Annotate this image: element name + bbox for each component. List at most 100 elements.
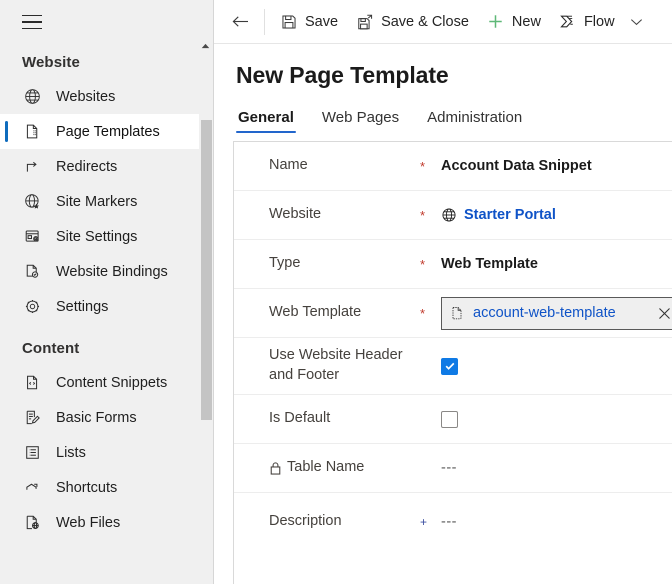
sidebar-item-label: Lists bbox=[56, 445, 86, 461]
required-marker: * bbox=[419, 209, 441, 222]
save-and-close-button[interactable]: Save & Close bbox=[347, 4, 478, 40]
field-label-type: Type bbox=[269, 254, 419, 274]
field-value-name[interactable]: Account Data Snippet bbox=[441, 158, 672, 174]
scroll-up-arrow-icon[interactable] bbox=[200, 40, 211, 51]
document-icon bbox=[450, 306, 465, 321]
plus-icon bbox=[487, 13, 505, 31]
tab-web-pages[interactable]: Web Pages bbox=[320, 109, 401, 133]
form-row-type: Type * Web Template bbox=[234, 240, 672, 289]
flow-button-label: Flow bbox=[584, 14, 615, 30]
web-template-lookup-input[interactable]: account-web-template bbox=[441, 297, 672, 330]
field-label-name: Name bbox=[269, 156, 419, 176]
sidebar-item-websites[interactable]: Websites bbox=[0, 79, 200, 114]
close-icon[interactable] bbox=[651, 300, 672, 326]
hamburger-icon[interactable] bbox=[22, 15, 42, 29]
form-row-name: Name * Account Data Snippet bbox=[234, 142, 672, 191]
flow-button[interactable]: Flow bbox=[550, 4, 624, 40]
sidebar-item-label: Redirects bbox=[56, 159, 117, 175]
redirect-arrow-icon bbox=[22, 157, 42, 177]
lookup-chip[interactable]: account-web-template bbox=[442, 298, 672, 329]
app-window: Website Websites bbox=[0, 0, 672, 584]
website-bindings-icon bbox=[22, 262, 42, 282]
field-value-website: Starter Portal bbox=[441, 207, 672, 223]
tab-general[interactable]: General bbox=[236, 109, 296, 133]
hamburger-row bbox=[0, 0, 200, 44]
code-document-icon bbox=[22, 373, 42, 393]
field-label-web-template: Web Template bbox=[269, 303, 419, 323]
sidebar-item-label: Web Files bbox=[56, 515, 120, 531]
field-value-description[interactable]: --- bbox=[441, 514, 672, 530]
field-label-table-name: Table Name bbox=[269, 458, 419, 478]
chevron-down-icon[interactable] bbox=[624, 4, 650, 40]
website-link[interactable]: Starter Portal bbox=[464, 207, 556, 223]
form-row-description: Description + --- bbox=[234, 493, 672, 550]
save-and-close-button-label: Save & Close bbox=[381, 14, 469, 30]
sidebar-content: Website Websites bbox=[0, 0, 200, 584]
form-row-website: Website * Starter Portal bbox=[234, 191, 672, 240]
sidebar-item-website-bindings[interactable]: Website Bindings bbox=[0, 254, 200, 289]
flow-icon bbox=[559, 13, 577, 31]
sidebar-item-lists[interactable]: Lists bbox=[0, 435, 200, 470]
field-label-is-default: Is Default bbox=[269, 409, 419, 429]
form-row-table-name: Table Name --- bbox=[234, 444, 672, 493]
sidebar-item-label: Basic Forms bbox=[56, 410, 137, 426]
sidebar-item-label: Websites bbox=[56, 89, 115, 105]
globe-star-icon bbox=[22, 192, 42, 212]
sidebar: Website Websites bbox=[0, 0, 214, 584]
save-button-label: Save bbox=[305, 14, 338, 30]
sidebar-item-content-snippets[interactable]: Content Snippets bbox=[0, 365, 200, 400]
field-value-is-default bbox=[441, 411, 672, 428]
sidebar-item-label: Page Templates bbox=[56, 124, 160, 140]
save-icon bbox=[280, 13, 298, 31]
save-and-close-icon bbox=[356, 13, 374, 31]
form-row-use-website-header-and-footer: Use Website Header and Footer bbox=[234, 338, 672, 395]
tab-list: General Web Pages Administration bbox=[214, 103, 672, 133]
sidebar-item-redirects[interactable]: Redirects bbox=[0, 149, 200, 184]
sidebar-item-site-markers[interactable]: Site Markers bbox=[0, 184, 200, 219]
globe-icon bbox=[22, 87, 42, 107]
sidebar-item-settings[interactable]: Settings bbox=[0, 289, 200, 324]
sidebar-group-title-website: Website bbox=[0, 44, 200, 79]
sidebar-item-basic-forms[interactable]: Basic Forms bbox=[0, 400, 200, 435]
command-bar-divider bbox=[264, 9, 265, 35]
site-settings-icon bbox=[22, 227, 42, 247]
sidebar-item-page-templates[interactable]: Page Templates bbox=[0, 114, 200, 149]
sidebar-item-site-settings[interactable]: Site Settings bbox=[0, 219, 200, 254]
sidebar-item-label: Site Settings bbox=[56, 229, 137, 245]
field-value-type[interactable]: Web Template bbox=[441, 256, 672, 272]
lock-icon bbox=[269, 461, 282, 475]
field-value-use-website-header-and-footer bbox=[441, 358, 672, 375]
new-button-label: New bbox=[512, 14, 541, 30]
new-button[interactable]: New bbox=[478, 4, 550, 40]
required-marker: * bbox=[419, 258, 441, 271]
sidebar-item-web-files[interactable]: Web Files bbox=[0, 505, 200, 540]
page-template-icon bbox=[22, 122, 42, 142]
field-label-use-website-header-and-footer: Use Website Header and Footer bbox=[269, 346, 419, 385]
tab-administration[interactable]: Administration bbox=[425, 109, 524, 133]
field-label-website: Website bbox=[269, 205, 419, 225]
field-label-description: Description bbox=[269, 512, 419, 532]
required-marker: + bbox=[419, 516, 441, 528]
sidebar-item-label: Content Snippets bbox=[56, 375, 167, 391]
shortcut-icon bbox=[22, 478, 42, 498]
required-marker: * bbox=[419, 160, 441, 173]
web-file-icon bbox=[22, 513, 42, 533]
form-row-web-template: Web Template * account-web-template bbox=[234, 289, 672, 338]
list-icon bbox=[22, 443, 42, 463]
save-button[interactable]: Save bbox=[271, 4, 347, 40]
use-website-header-and-footer-checkbox[interactable] bbox=[441, 358, 458, 375]
sidebar-item-label: Settings bbox=[56, 299, 108, 315]
lookup-chip-label[interactable]: account-web-template bbox=[473, 305, 651, 321]
is-default-checkbox[interactable] bbox=[441, 411, 458, 428]
selection-indicator bbox=[5, 121, 8, 142]
gear-icon bbox=[22, 297, 42, 317]
sidebar-group-title-content: Content bbox=[0, 324, 200, 365]
field-value-table-name: --- bbox=[441, 460, 672, 476]
back-arrow-icon[interactable] bbox=[222, 4, 258, 40]
required-marker: * bbox=[419, 307, 441, 320]
globe-icon bbox=[441, 207, 457, 223]
form-card: Name * Account Data Snippet Website * St… bbox=[233, 141, 672, 584]
sidebar-item-shortcuts[interactable]: Shortcuts bbox=[0, 470, 200, 505]
form-pencil-icon bbox=[22, 408, 42, 428]
sidebar-scrollbar-thumb[interactable] bbox=[201, 120, 212, 420]
